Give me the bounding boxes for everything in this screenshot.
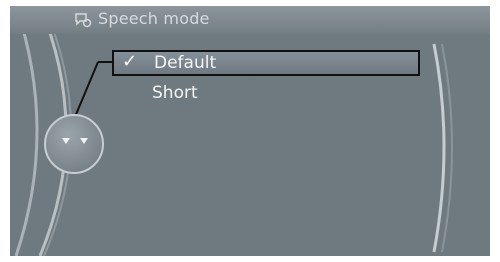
menu-item-default[interactable]: ✓ Default [112,50,420,76]
title-bar: Speech mode [10,6,490,34]
menu-item-short[interactable]: Short [112,80,420,106]
controller-knob-icon[interactable] [44,114,104,174]
speech-settings-icon [75,13,92,28]
arrow-down-icon [62,138,70,144]
scroll-rail [432,43,446,253]
check-icon: ✓ [122,51,138,72]
menu-item-label: Default [154,53,217,73]
menu-item-label: Short [152,83,198,103]
idrive-screen: Speech mode ✓ Default Short [10,6,490,256]
page-title: Speech mode [98,9,210,28]
arrow-down-icon [80,138,88,144]
